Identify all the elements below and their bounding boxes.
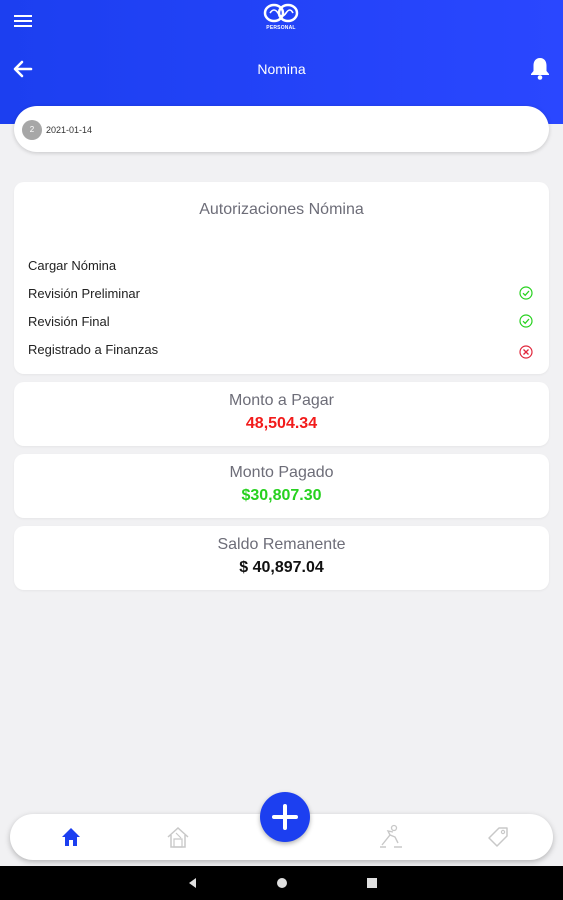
home-icon[interactable] xyxy=(57,823,85,851)
auth-item-revision-final: Revisión Final xyxy=(28,312,533,332)
auth-item-label: Registrado a Finanzas xyxy=(28,342,159,357)
amount-value: $ 40,897.04 xyxy=(239,559,324,576)
auth-item-registrado-finanzas: Registrado a Finanzas xyxy=(28,340,533,360)
tag-icon[interactable] xyxy=(484,823,512,851)
hamburger-menu-icon[interactable] xyxy=(14,12,32,30)
amount-value: $30,807.30 xyxy=(241,487,322,504)
auth-item-label: Revisión Preliminar xyxy=(28,286,140,301)
auth-item-label: Revisión Final xyxy=(28,314,110,329)
monto-pagado-card: Monto Pagado $30,807.30 xyxy=(14,454,549,518)
auth-item-revision-preliminar: Revisión Preliminar xyxy=(28,284,533,304)
add-icon xyxy=(272,804,298,830)
add-button[interactable] xyxy=(260,792,310,842)
date-badge: 2 xyxy=(22,120,42,140)
amount-label: Monto a Pagar xyxy=(229,392,334,409)
amount-label: Saldo Remanente xyxy=(217,536,346,553)
auth-item-label: Cargar Nómina xyxy=(28,258,117,273)
date-value: 2021-01-14 xyxy=(46,125,93,135)
amount-label: Monto Pagado xyxy=(229,464,334,481)
authorizations-card: Autorizaciones Nómina Cargar Nómina Revi… xyxy=(14,182,549,374)
check-circle-icon xyxy=(519,286,533,300)
system-back-icon[interactable] xyxy=(186,876,200,890)
check-circle-icon xyxy=(519,314,533,328)
x-circle-icon xyxy=(519,345,533,359)
system-navigation-bar xyxy=(0,866,563,900)
workout-icon[interactable] xyxy=(376,823,404,851)
saldo-remanente-card: Saldo Remanente $ 40,897.04 xyxy=(14,526,549,590)
amount-value: 48,504.34 xyxy=(245,415,318,432)
logo-text: PERSONAL xyxy=(266,25,296,31)
authorizations-title: Autorizaciones Nómina xyxy=(199,201,364,218)
system-home-icon[interactable] xyxy=(275,876,289,890)
monto-a-pagar-card: Monto a Pagar 48,504.34 xyxy=(14,382,549,446)
page-title: Nomina xyxy=(257,61,306,77)
house-outline-icon[interactable] xyxy=(164,823,192,851)
company-logo: PERSONAL xyxy=(262,2,300,36)
auth-item-cargar-nomina: Cargar Nómina xyxy=(28,256,533,276)
notification-bell-icon[interactable] xyxy=(529,56,551,80)
date-selector[interactable]: 2 2021-01-14 xyxy=(14,106,549,152)
system-recents-icon[interactable] xyxy=(365,876,379,890)
